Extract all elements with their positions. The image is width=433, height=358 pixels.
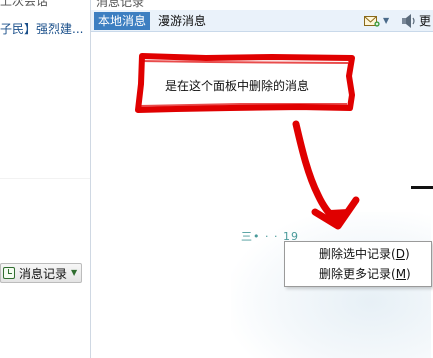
mail-settings-icon[interactable]	[364, 14, 380, 28]
tab-roaming-messages[interactable]: 漫游消息	[154, 12, 210, 30]
chevron-down-icon[interactable]: ▼	[71, 269, 77, 277]
panel-title: 消息记录	[96, 0, 145, 9]
message-history-button[interactable]: 消息记录 ▼	[0, 263, 83, 283]
context-menu: 删除选中记录(D) 删除更多记录(M)	[284, 241, 432, 287]
tab-bar: 本地消息 漫游消息 ▼ 更	[91, 10, 433, 32]
chat-window-pane: 上次会话 子民】强烈建... 消息记录 ▼	[0, 0, 90, 358]
chat-top-snippet: 上次会话	[0, 0, 49, 8]
message-history-label: 消息记录	[19, 266, 68, 281]
chat-divider-line	[0, 178, 90, 179]
message-history-panel: 消息记录 本地消息 漫游消息 ▼ 更 三• · · 19	[91, 0, 433, 358]
menu-item-suffix: )	[406, 267, 411, 281]
speaker-icon[interactable]	[401, 13, 417, 29]
menu-item-suffix: )	[404, 247, 410, 261]
menu-item-label: 删除更多记录(	[319, 267, 396, 281]
menu-item-accelerator: D	[395, 247, 405, 261]
clock-icon	[3, 267, 15, 279]
tab-local-messages[interactable]: 本地消息	[94, 12, 151, 30]
chat-contact-text[interactable]: 子民】强烈建...	[0, 20, 83, 37]
menu-item-label: 删除选中记录(	[319, 247, 396, 261]
delete-more-records-item[interactable]: 删除更多记录(M)	[285, 264, 431, 284]
annotation-text: 是在这个面板中删除的消息	[165, 79, 310, 93]
more-button[interactable]: 更	[419, 12, 431, 30]
mail-menu-caret-icon[interactable]: ▼	[383, 16, 389, 25]
stray-mark	[411, 186, 433, 189]
menu-item-accelerator: M	[395, 267, 407, 281]
delete-selected-records-item[interactable]: 删除选中记录(D)	[285, 244, 431, 264]
